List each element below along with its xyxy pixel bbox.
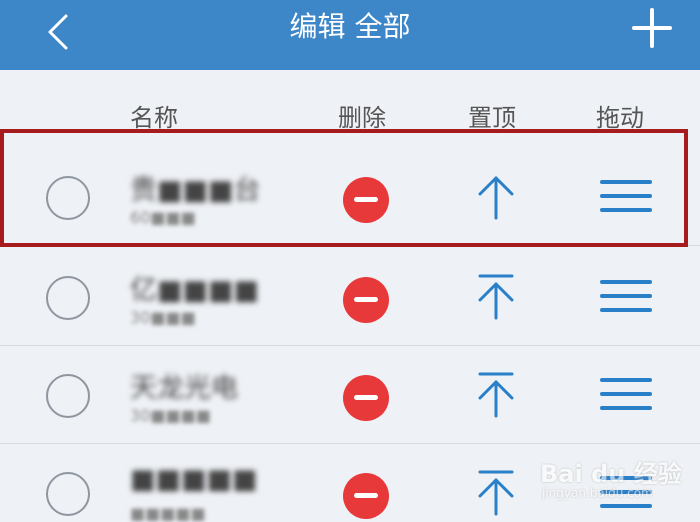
list-item: 贵■■■台 60■■■ xyxy=(0,150,700,246)
select-radio[interactable] xyxy=(46,276,90,320)
drag-handle[interactable] xyxy=(600,180,652,216)
stock-name: ■■■■■ xyxy=(130,464,258,495)
drag-handle[interactable] xyxy=(600,378,652,414)
pin-top-button[interactable] xyxy=(474,172,518,222)
baidu-jingyan-watermark: Bai du 经验 jingyan.baidu.com xyxy=(536,440,700,504)
stock-name: 天龙光电 xyxy=(130,373,238,404)
stock-code: 30■■■■ xyxy=(130,406,211,425)
column-name-label: 名称 xyxy=(130,104,178,132)
pin-top-button[interactable] xyxy=(474,272,518,322)
pin-top-button[interactable] xyxy=(474,370,518,420)
watermark-url: jingyan.baidu.com xyxy=(542,486,653,500)
watermark-text: Bai du 经验 xyxy=(540,460,682,488)
arrow-up-icon xyxy=(478,176,514,220)
delete-button[interactable] xyxy=(343,177,389,223)
column-delete-label: 删除 xyxy=(338,104,386,132)
add-button[interactable] xyxy=(630,6,674,50)
top-bar: 编辑 全部 xyxy=(0,0,700,70)
column-header: 名称 删除 置顶 拖动 xyxy=(0,70,700,150)
page-title: 编辑 全部 xyxy=(289,10,411,43)
stock-name: 亿■■■■ xyxy=(130,275,260,306)
stock-name: 贵■■■台 xyxy=(130,175,261,206)
column-drag-label: 拖动 xyxy=(596,104,644,132)
select-radio[interactable] xyxy=(46,374,90,418)
stock-code: ■■■■■ xyxy=(130,504,206,522)
pin-top-icon xyxy=(478,372,514,418)
select-radio[interactable] xyxy=(46,472,90,516)
stock-code: 60■■■ xyxy=(130,208,196,227)
pin-top-icon xyxy=(478,470,514,516)
pin-top-icon xyxy=(478,274,514,320)
select-radio[interactable] xyxy=(46,176,90,220)
delete-button[interactable] xyxy=(343,473,389,519)
list-item: 天龙光电 30■■■■ xyxy=(0,348,700,444)
stock-code: 30■■■ xyxy=(130,308,196,327)
delete-button[interactable] xyxy=(343,375,389,421)
drag-handle[interactable] xyxy=(600,280,652,316)
plus-icon xyxy=(632,8,672,48)
column-pin-top-label: 置顶 xyxy=(468,104,516,132)
list-item: 亿■■■■ 30■■■ xyxy=(0,250,700,346)
pin-top-button[interactable] xyxy=(474,468,518,518)
delete-button[interactable] xyxy=(343,277,389,323)
